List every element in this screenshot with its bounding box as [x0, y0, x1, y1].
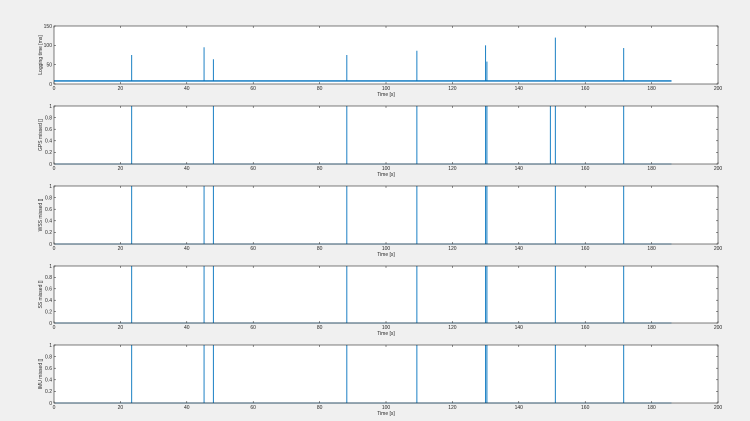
y-tick-label: 0.4	[45, 378, 52, 384]
x-tick-label: 200	[714, 246, 723, 252]
x-tick-label: 0	[53, 246, 56, 252]
x-tick-label: 0	[53, 325, 56, 331]
x-tick-label: 160	[581, 166, 590, 172]
x-tick-label: 140	[515, 246, 524, 252]
x-tick-label: 20	[118, 325, 124, 331]
x-tick-label: 140	[515, 325, 524, 331]
y-tick-label: 0	[49, 401, 52, 407]
x-tick-label: 140	[515, 86, 524, 92]
y-axis-label: GPS missed []	[38, 118, 44, 151]
y-axis-label: IMU missed []	[38, 358, 44, 389]
plot-area	[54, 345, 718, 403]
x-tick-label: 120	[448, 405, 457, 411]
y-tick-label: 1	[49, 184, 52, 190]
y-tick-label: 0.2	[45, 389, 52, 395]
x-tick-label: 20	[118, 405, 124, 411]
y-tick-label: 0.2	[45, 150, 52, 156]
x-axis-label: Time [s]	[377, 172, 395, 178]
x-tick-label: 200	[714, 86, 723, 92]
x-tick-label: 200	[714, 405, 723, 411]
y-tick-label: 0.2	[45, 309, 52, 315]
x-tick-label: 60	[250, 405, 256, 411]
x-axis-label: Time [s]	[377, 411, 395, 417]
y-tick-label: 0.6	[45, 366, 52, 372]
x-tick-label: 80	[317, 246, 323, 252]
x-tick-label: 160	[581, 405, 590, 411]
y-tick-label: 0.8	[45, 275, 52, 281]
x-tick-label: 180	[647, 405, 656, 411]
x-tick-label: 40	[184, 325, 190, 331]
x-tick-label: 80	[317, 325, 323, 331]
x-tick-label: 40	[184, 86, 190, 92]
x-tick-label: 40	[184, 246, 190, 252]
x-tick-label: 120	[448, 325, 457, 331]
x-tick-label: 180	[647, 166, 656, 172]
y-axis-label: Logging time [ms]	[38, 35, 44, 75]
y-tick-label: 1	[49, 264, 52, 270]
x-axis-label: Time [s]	[377, 331, 395, 337]
x-tick-label: 80	[317, 166, 323, 172]
y-axis-label: SS missed []	[38, 280, 44, 309]
plot-area	[54, 266, 718, 323]
x-tick-label: 20	[118, 86, 124, 92]
y-tick-label: 0	[49, 82, 52, 88]
x-tick-label: 0	[53, 166, 56, 172]
x-tick-label: 0	[53, 86, 56, 92]
y-tick-label: 0.4	[45, 139, 52, 145]
x-tick-label: 120	[448, 246, 457, 252]
x-tick-label: 0	[53, 405, 56, 411]
y-tick-label: 0.4	[45, 219, 52, 225]
plot-area	[54, 106, 718, 164]
y-tick-label: 1	[49, 104, 52, 110]
y-tick-label: 0.8	[45, 195, 52, 201]
y-tick-label: 0.8	[45, 115, 52, 121]
x-tick-label: 200	[714, 325, 723, 331]
y-axis-label: WSS missed []	[38, 198, 44, 231]
plot-area	[54, 26, 718, 84]
y-tick-label: 0.6	[45, 207, 52, 213]
y-tick-label: 0.6	[45, 287, 52, 293]
y-tick-label: 0.8	[45, 354, 52, 360]
x-tick-label: 180	[647, 86, 656, 92]
x-tick-label: 120	[448, 166, 457, 172]
x-tick-label: 200	[714, 166, 723, 172]
x-tick-label: 20	[118, 246, 124, 252]
y-tick-label: 150	[44, 24, 53, 30]
y-tick-label: 50	[46, 62, 52, 68]
x-tick-label: 140	[515, 166, 524, 172]
y-tick-label: 0	[49, 321, 52, 327]
x-tick-label: 20	[118, 166, 124, 172]
x-tick-label: 180	[647, 325, 656, 331]
x-axis-label: Time [s]	[377, 252, 395, 258]
y-tick-label: 0	[49, 162, 52, 168]
x-tick-label: 80	[317, 405, 323, 411]
x-axis-label: Time [s]	[377, 92, 395, 98]
x-tick-label: 120	[448, 86, 457, 92]
x-tick-label: 160	[581, 325, 590, 331]
plot-area	[54, 186, 718, 244]
x-tick-label: 40	[184, 405, 190, 411]
y-tick-label: 0	[49, 242, 52, 248]
x-tick-label: 160	[581, 246, 590, 252]
y-tick-label: 100	[44, 43, 53, 49]
y-tick-label: 0.2	[45, 230, 52, 236]
x-tick-label: 60	[250, 166, 256, 172]
x-tick-label: 60	[250, 246, 256, 252]
x-tick-label: 160	[581, 86, 590, 92]
x-tick-label: 140	[515, 405, 524, 411]
y-tick-label: 0.6	[45, 127, 52, 133]
y-tick-label: 1	[49, 343, 52, 349]
y-tick-label: 0.4	[45, 298, 52, 304]
x-tick-label: 180	[647, 246, 656, 252]
figure: 0 20 40 60 80 100 120 140 160 180 200050100150Time…	[0, 0, 750, 421]
x-tick-label: 40	[184, 166, 190, 172]
x-tick-label: 60	[250, 325, 256, 331]
x-tick-label: 80	[317, 86, 323, 92]
x-tick-label: 60	[250, 86, 256, 92]
